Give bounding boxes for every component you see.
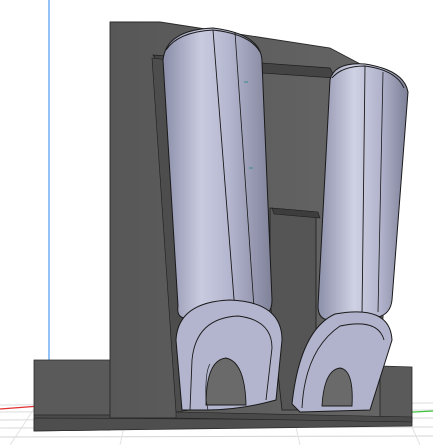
3d-viewport[interactable] (0, 0, 433, 445)
scene-canvas[interactable] (0, 0, 433, 445)
left-tube[interactable] (162, 27, 273, 319)
right-tube[interactable] (317, 63, 409, 321)
left-tube-foot[interactable] (175, 299, 283, 411)
